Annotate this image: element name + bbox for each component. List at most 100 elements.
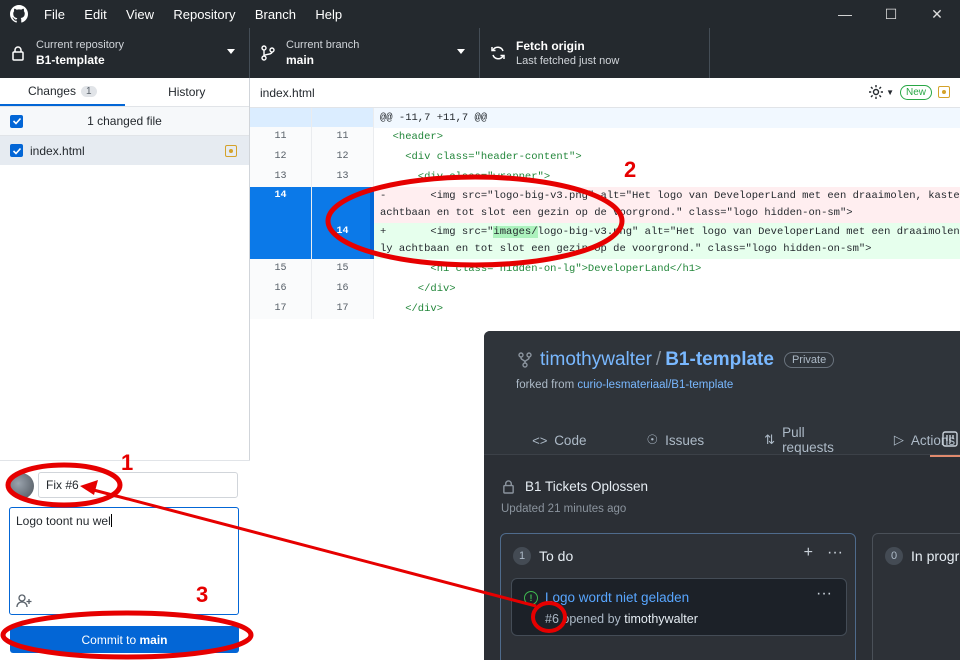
branch-icon xyxy=(260,45,276,61)
commit-button-branch: main xyxy=(139,632,168,647)
modified-icon xyxy=(225,144,237,157)
issue-author[interactable]: timothywalter xyxy=(624,612,698,626)
diff-line-text: <div class="header-content"> xyxy=(380,151,582,163)
new-line-number: 14 xyxy=(312,223,374,259)
more-icon[interactable]: ··· xyxy=(827,544,843,562)
new-line-number: 16 xyxy=(312,279,374,299)
fetch-origin-button[interactable]: Fetch origin Last fetched just now xyxy=(480,28,710,78)
issue-icon: ☉ xyxy=(646,432,659,447)
issue-number: #6 xyxy=(545,612,559,626)
minimize-icon[interactable]: — xyxy=(822,0,868,28)
project-updated: Updated 21 minutes ago xyxy=(501,503,627,515)
new-line-number: 17 xyxy=(312,299,374,319)
diff-line: 17 17 </div> xyxy=(250,299,960,319)
diff-line: 15 15 <h1 class="hidden-on-lg">Developer… xyxy=(250,259,960,279)
project-title: B1 Tickets Oplossen xyxy=(502,479,648,494)
title-bar: File Edit View Repository Branch Help — … xyxy=(0,0,960,28)
repo-name-link[interactable]: B1-template xyxy=(665,349,774,371)
diff-line-text: <header> xyxy=(380,131,444,143)
diff-line-text: <div class="wrapper"> xyxy=(380,171,551,183)
added-text: logo-big-v3.png" alt="Het logo van Devel… xyxy=(537,226,960,238)
project-column-todo: 1 To do + ··· ! Logo wordt niet geladen … xyxy=(500,533,856,660)
diff-line: 13 13 <div class="wrapper"> xyxy=(250,167,960,187)
tab-changes[interactable]: Changes 1 xyxy=(0,78,125,106)
file-checkbox[interactable] xyxy=(10,144,23,157)
hunk-header: @@ -11,7 +11,7 @@ xyxy=(250,108,960,128)
forked-prefix: forked from xyxy=(516,379,578,391)
forked-from-link[interactable]: curio-lesmateriaal/B1-template xyxy=(577,379,733,391)
commit-summary-input[interactable]: Fix #6 xyxy=(38,472,238,498)
added-line[interactable]: 14 + <img src="images/logo-big-v3.png" a… xyxy=(250,223,960,259)
tab-projects[interactable] xyxy=(930,423,960,457)
menu-help[interactable]: Help xyxy=(315,7,342,22)
code-icon: <> xyxy=(532,432,548,448)
menu-branch[interactable]: Branch xyxy=(255,7,296,22)
old-line-number: 11 xyxy=(250,127,312,147)
issue-card[interactable]: ! Logo wordt niet geladen #6 opened by t… xyxy=(511,578,847,636)
select-all-checkbox[interactable] xyxy=(10,114,23,128)
chevron-down-icon xyxy=(457,49,465,54)
diff-line: 16 16 </div> xyxy=(250,279,960,299)
changes-sidebar: Changes 1 History 1 changed file index.h… xyxy=(0,78,250,660)
maximize-icon[interactable]: ☐ xyxy=(868,0,914,28)
github-project-panel: timothywalter / B1-template Private fork… xyxy=(484,331,960,660)
tab-issues[interactable]: ☉ Issues xyxy=(646,425,734,455)
repo-tabs: <> Code ☉ Issues ⇅ Pull requests ▷ Actions xyxy=(532,425,960,455)
commit-panel: Fix #6 Logo toont nu wel Commit to main xyxy=(0,460,250,660)
new-badge: New xyxy=(899,84,932,100)
current-branch-value: main xyxy=(286,53,315,67)
diff-line-text: <h1 class="hidden-on-lg">DeveloperLand</… xyxy=(380,263,702,275)
visibility-badge: Private xyxy=(783,352,835,368)
new-line-number: 12 xyxy=(312,147,374,167)
commit-button-prefix: Commit to xyxy=(81,632,140,647)
column-count: 0 xyxy=(885,547,903,565)
tab-code[interactable]: <> Code xyxy=(532,425,616,455)
tab-issues-label: Issues xyxy=(665,432,705,448)
old-line-number: 16 xyxy=(250,279,312,299)
lock-icon xyxy=(503,480,514,494)
menu-view[interactable]: View xyxy=(126,7,154,22)
new-line-number: 11 xyxy=(312,127,374,147)
repo-owner-link[interactable]: timothywalter xyxy=(540,349,652,371)
modified-icon xyxy=(938,86,950,98)
changed-files-header: 1 changed file xyxy=(0,107,249,136)
commit-description-input[interactable]: Logo toont nu wel xyxy=(9,507,239,615)
chevron-down-icon xyxy=(227,49,235,54)
current-repository-label: Current repository xyxy=(36,39,125,51)
old-line-number: 13 xyxy=(250,167,312,187)
old-line-number: 17 xyxy=(250,299,312,319)
project-column-in-progress: 0 In progr xyxy=(872,533,960,660)
menu-repository[interactable]: Repository xyxy=(173,7,235,22)
changes-count-badge: 1 xyxy=(80,85,97,97)
menu-file[interactable]: File xyxy=(44,7,65,22)
close-icon[interactable]: ✕ xyxy=(914,0,960,28)
hunk-text: @@ -11,7 +11,7 @@ xyxy=(380,112,488,124)
add-card-icon[interactable]: + xyxy=(804,544,813,562)
current-branch-button[interactable]: Current branch main xyxy=(250,28,480,78)
tab-pull-requests[interactable]: ⇅ Pull requests xyxy=(764,425,864,455)
tab-history-label: History xyxy=(168,85,206,99)
gear-icon[interactable] xyxy=(868,84,884,100)
deleted-line-text-2: achtbaan en tot slot een gezin op de voo… xyxy=(380,207,853,219)
fetch-origin-subtitle: Last fetched just now xyxy=(516,55,620,67)
tab-history[interactable]: History xyxy=(125,78,250,106)
project-title-text: B1 Tickets Oplossen xyxy=(525,479,649,494)
deleted-line[interactable]: 14 - <img src="logo-big-v3.png" alt="Het… xyxy=(250,187,960,223)
issue-title[interactable]: Logo wordt niet geladen xyxy=(545,590,689,605)
fork-icon xyxy=(518,352,532,368)
project-icon xyxy=(942,431,958,447)
sync-icon xyxy=(490,45,506,61)
chevron-down-icon[interactable]: ▼ xyxy=(886,88,894,97)
diff-line: 11 11 <header> xyxy=(250,127,960,147)
current-repository-button[interactable]: Current repository B1-template xyxy=(0,28,250,78)
commit-button[interactable]: Commit to main xyxy=(10,626,239,653)
more-icon[interactable]: ··· xyxy=(816,585,832,603)
menu-edit[interactable]: Edit xyxy=(84,7,106,22)
changed-files-count: 1 changed file xyxy=(87,114,162,128)
diff-line-text: </div> xyxy=(380,283,456,295)
current-repository-value: B1-template xyxy=(36,53,105,67)
deleted-line-text-1: - <img src="logo-big-v3.png" alt="Het lo… xyxy=(380,190,960,202)
current-branch-label: Current branch xyxy=(286,39,360,51)
file-list-item[interactable]: index.html xyxy=(0,136,249,165)
add-coauthor-icon[interactable] xyxy=(16,594,32,608)
